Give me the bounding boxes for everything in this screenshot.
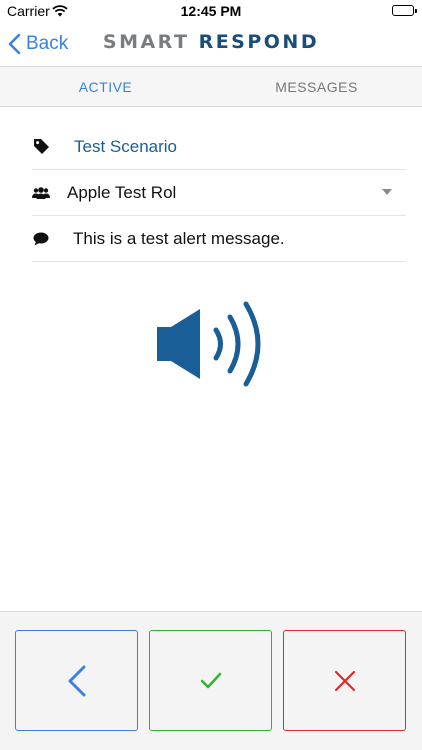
navigation-bar: Back SMART RESPOND (0, 22, 422, 66)
logo-word-respond: RESPOND (198, 31, 320, 53)
tab-bar: ACTIVE MESSAGES (0, 66, 422, 107)
scenario-name: Test Scenario (74, 136, 177, 156)
battery-icon (392, 5, 417, 16)
clock: 12:45 PM (180, 3, 242, 19)
decline-button[interactable] (283, 630, 406, 731)
scenario-row: Test Scenario (32, 124, 406, 170)
alert-message: This is a test alert message. (73, 228, 285, 248)
role-row[interactable]: Apple Test Rol (32, 170, 406, 216)
role-value: Apple Test Rol (67, 182, 177, 202)
app-logo: SMART RESPOND (0, 31, 422, 53)
speaker-volume-icon[interactable] (156, 300, 268, 395)
close-icon (334, 670, 355, 691)
tab-active[interactable]: ACTIVE (0, 67, 211, 106)
chevron-down-icon[interactable] (382, 189, 392, 195)
message-row: This is a test alert message. (32, 216, 406, 262)
status-bar: Carrier 12:45 PM (0, 0, 422, 22)
action-bar (0, 611, 422, 750)
tab-messages[interactable]: MESSAGES (211, 67, 422, 106)
logo-word-smart: SMART (102, 31, 190, 53)
alert-details: Test Scenario Apple Test Rol This is a t… (32, 124, 406, 262)
chevron-left-icon (68, 665, 85, 696)
tag-icon (32, 138, 50, 155)
accept-button[interactable] (149, 630, 272, 731)
group-icon (32, 186, 50, 199)
previous-button[interactable] (15, 630, 138, 731)
speech-bubble-icon (32, 232, 50, 246)
checkmark-icon (200, 672, 221, 689)
